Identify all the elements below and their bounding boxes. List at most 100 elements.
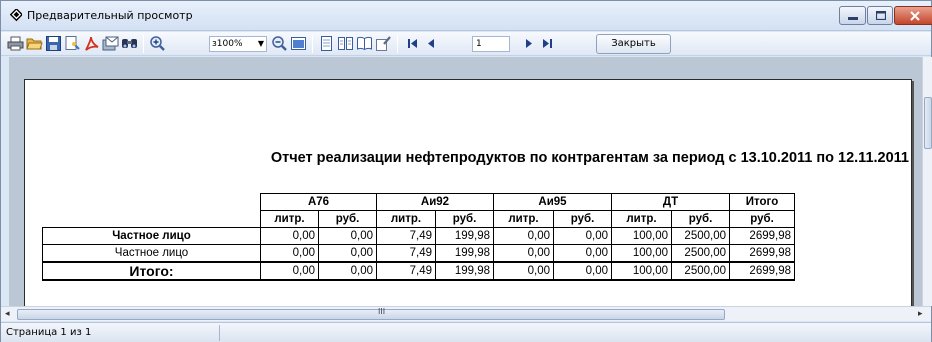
edit-page-icon[interactable] (375, 35, 392, 52)
table-cell: 2699,98 (729, 244, 795, 262)
table-cell: 0,00 (493, 227, 554, 245)
table-cell: 0,00 (260, 260, 319, 281)
table-cell: 100,00 (611, 244, 672, 262)
table-cell: 0,00 (553, 244, 612, 262)
scroll-grip: III (378, 307, 386, 316)
previous-page-icon[interactable] (423, 35, 440, 52)
column-header: руб. (553, 210, 612, 228)
table-cell: 0,00 (260, 227, 319, 245)
table-cell: 199,98 (435, 227, 494, 245)
book-icon[interactable] (356, 35, 373, 52)
table-cell: 2699,98 (729, 227, 795, 245)
table-cell: 2500,00 (671, 227, 730, 245)
table-row: Частное лицо 0,00 0,00 7,49 199,98 0,00 … (42, 227, 795, 245)
status-separator (219, 325, 220, 341)
chevron-down-icon[interactable]: ▼ (258, 39, 264, 48)
table-cell: 100,00 (611, 260, 672, 281)
open-icon[interactable] (26, 35, 43, 52)
preview-area: Отчет реализации нефтепродуктов по контр… (9, 57, 922, 306)
table-cell: 2500,00 (671, 244, 730, 262)
print-icon[interactable] (7, 35, 24, 52)
table-cell: 0,00 (553, 227, 612, 245)
column-header: литр. (493, 210, 554, 228)
table-row: Частное лицо 0,00 0,00 7,49 199,98 0,00 … (42, 244, 795, 262)
subheader-row: литр. руб. литр. руб. литр. руб. литр. р… (43, 210, 795, 228)
close-preview-button[interactable]: Закрыть (596, 34, 671, 54)
total-row: Итого: 0,00 0,00 7,49 199,98 0,00 0,00 1… (42, 260, 795, 281)
title-bar: Предварительный просмотр (1, 1, 932, 31)
group-header: А76 (260, 193, 377, 211)
zoom-in-icon[interactable] (149, 35, 166, 52)
last-page-icon[interactable] (539, 35, 556, 52)
zoom-value: з100% (212, 39, 243, 49)
group-header-row: А76 Аи92 Аи95 ДТ Итого (43, 193, 795, 211)
blank-cell (43, 194, 261, 211)
table-cell: 0,00 (553, 260, 612, 281)
email-icon[interactable] (102, 35, 119, 52)
minimize-icon (848, 17, 858, 20)
table-cell: 0,00 (318, 244, 377, 262)
table-cell: 7,49 (376, 227, 436, 245)
column-header: руб. (729, 210, 795, 228)
page-setup-icon[interactable] (64, 35, 81, 52)
save-icon[interactable] (45, 35, 62, 52)
vertical-scroll-thumb[interactable] (924, 97, 932, 149)
single-page-icon[interactable] (318, 35, 335, 52)
table-cell: 199,98 (435, 244, 494, 262)
report-table: А76 Аи92 Аи95 ДТ Итого литр. руб. литр. … (42, 193, 795, 281)
full-screen-icon[interactable] (290, 35, 307, 52)
column-header: литр. (611, 210, 672, 228)
report-page: Отчет реализации нефтепродуктов по контр… (24, 79, 912, 306)
scroll-right-icon[interactable]: ▸ (918, 309, 923, 319)
row-name: Частное лицо (42, 227, 261, 245)
status-bar: Страница 1 из 1 (1, 322, 931, 342)
group-header: ДТ (611, 193, 730, 211)
total-label: Итого: (42, 260, 261, 281)
page-number-input[interactable]: 1 (472, 36, 510, 52)
toolbar-separator (312, 35, 313, 53)
table-cell: 2699,98 (729, 260, 795, 281)
column-header: руб. (318, 210, 377, 228)
table-cell: 0,00 (318, 227, 377, 245)
close-icon (910, 11, 920, 21)
maximize-icon (876, 11, 886, 20)
table-cell: 0,00 (318, 260, 377, 281)
table-cell: 0,00 (493, 260, 554, 281)
find-icon[interactable] (121, 35, 138, 52)
scroll-left-icon[interactable]: ◂ (5, 309, 10, 319)
multi-page-icon[interactable] (337, 35, 354, 52)
table-cell: 7,49 (376, 244, 436, 262)
maximize-button[interactable] (867, 6, 893, 25)
zoom-select[interactable]: з100% ▼ (209, 36, 267, 52)
column-header: литр. (376, 210, 436, 228)
row-name: Частное лицо (42, 244, 261, 262)
table-cell: 7,49 (376, 260, 436, 281)
first-page-icon[interactable] (404, 35, 421, 52)
window-title: Предварительный просмотр (27, 9, 193, 22)
table-cell: 0,00 (260, 244, 319, 262)
page-status: Страница 1 из 1 (6, 327, 92, 338)
table-cell: 100,00 (611, 227, 672, 245)
horizontal-scroll-thumb[interactable]: III (17, 307, 725, 320)
table-cell: 2500,00 (671, 260, 730, 281)
table-cell: 0,00 (493, 244, 554, 262)
vertical-scrollbar[interactable] (922, 57, 932, 306)
group-header: Итого (729, 193, 795, 211)
horizontal-scrollbar[interactable]: ◂ III ▸ (1, 306, 931, 321)
table-cell: 199,98 (435, 260, 494, 281)
toolbar-separator (397, 35, 398, 53)
toolbar: з100% ▼ 1 Закрыть (1, 32, 931, 56)
group-header: Аи95 (493, 193, 612, 211)
report-title: Отчет реализации нефтепродуктов по контр… (270, 150, 909, 166)
close-window-button[interactable] (894, 6, 932, 25)
toolbar-separator (143, 35, 144, 53)
app-icon (9, 9, 22, 22)
column-header: руб. (671, 210, 730, 228)
preview-window: Предварительный просмотр з100% ▼ 1 Закры… (0, 0, 932, 342)
column-header: литр. (260, 210, 319, 228)
zoom-out-icon[interactable] (271, 35, 288, 52)
minimize-button[interactable] (839, 6, 866, 25)
next-page-icon[interactable] (520, 35, 537, 52)
pdf-export-icon[interactable] (83, 35, 100, 52)
group-header: Аи92 (376, 193, 494, 211)
